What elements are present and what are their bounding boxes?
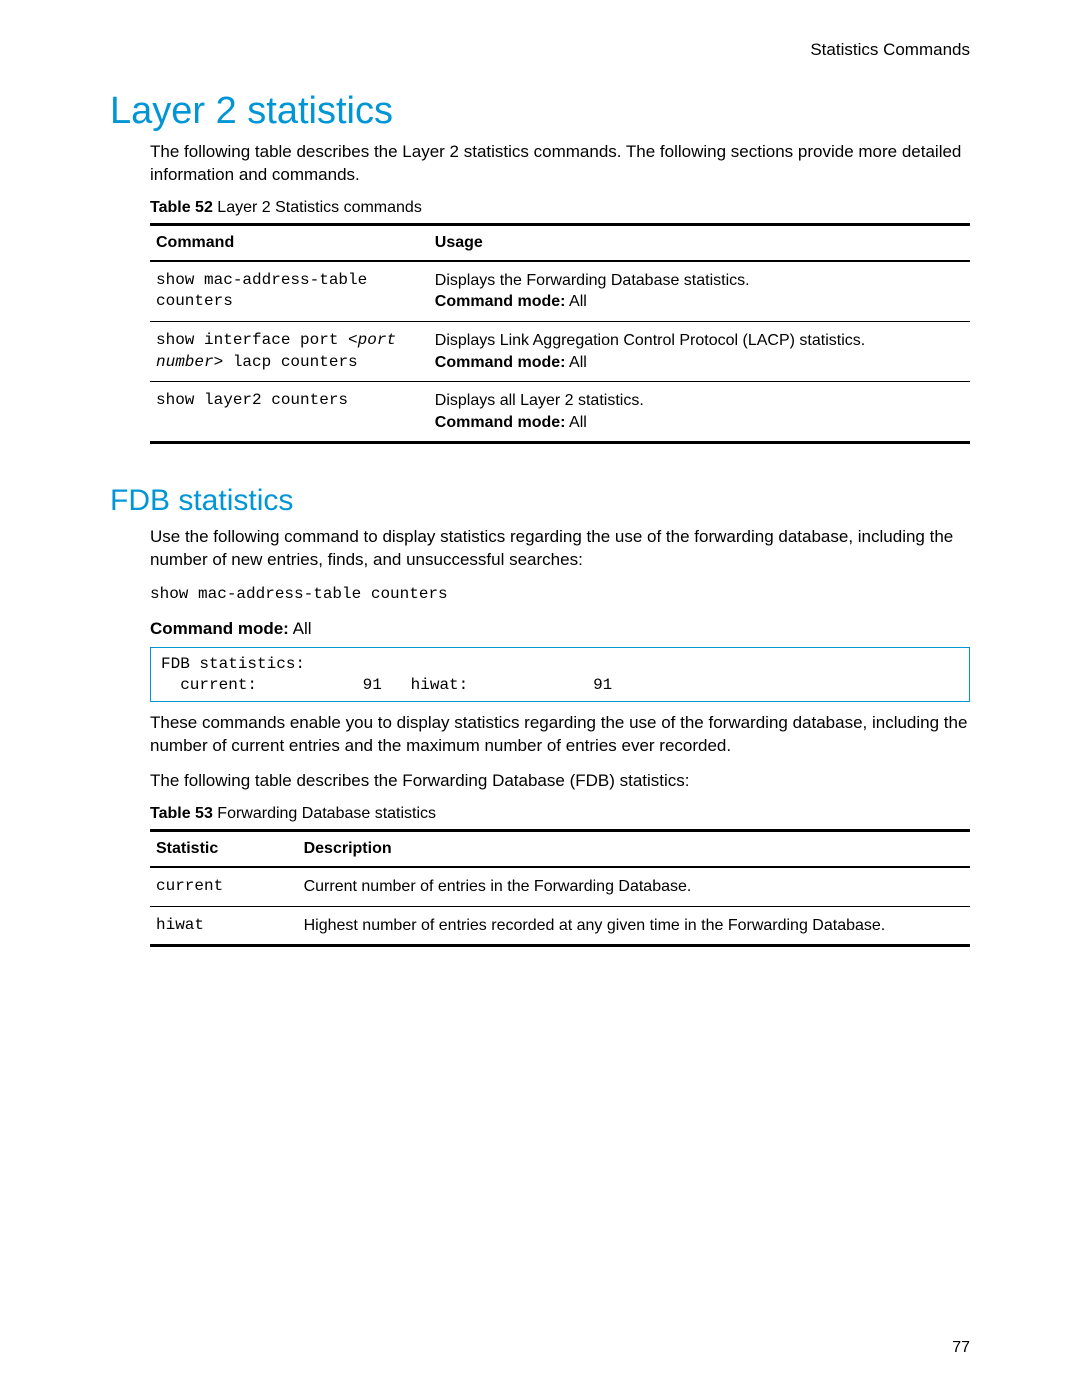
table-52: Command Usage show mac-address-table cou… bbox=[150, 223, 970, 445]
table-53-label: Table 53 bbox=[150, 805, 213, 822]
table-53-caption: Table 53 Forwarding Database statistics bbox=[150, 805, 970, 823]
table-row: hiwat Highest number of entries recorded… bbox=[150, 906, 970, 946]
intro-paragraph-2: Use the following command to display sta… bbox=[150, 526, 970, 572]
mode-label: Command mode: bbox=[435, 293, 566, 310]
page-number: 77 bbox=[952, 1339, 970, 1357]
page-header-section: Statistics Commands bbox=[110, 40, 970, 60]
mode-label: Command mode: bbox=[435, 414, 566, 431]
mode-label: Command mode: bbox=[435, 354, 566, 371]
heading-fdb-statistics: FDB statistics bbox=[110, 484, 970, 518]
table-row: current Current number of entries in the… bbox=[150, 867, 970, 906]
usage-text: Displays the Forwarding Database statist… bbox=[435, 270, 964, 292]
cmd-text: show layer2 counters bbox=[156, 391, 348, 409]
paragraph-3: These commands enable you to display sta… bbox=[150, 712, 970, 758]
cmd-text: show interface port bbox=[156, 331, 348, 349]
table-53-stat-1: hiwat bbox=[150, 906, 298, 946]
table-52-cmd-0: show mac-address-table counters bbox=[150, 261, 429, 322]
table-52-head-command: Command bbox=[150, 224, 429, 261]
table-53-head-description: Description bbox=[298, 831, 970, 868]
table-52-title: Layer 2 Statistics commands bbox=[213, 199, 422, 216]
table-52-label: Table 52 bbox=[150, 199, 213, 216]
table-52-cmd-1: show interface port <port number> lacp c… bbox=[150, 322, 429, 382]
intro-paragraph-1: The following table describes the Layer … bbox=[150, 141, 970, 187]
table-52-usage-2: Displays all Layer 2 statistics. Command… bbox=[429, 382, 970, 443]
mode-value: All bbox=[565, 293, 586, 310]
mode-value: All bbox=[289, 619, 312, 638]
cmd-tail: lacp counters bbox=[223, 353, 357, 371]
table-53-title: Forwarding Database statistics bbox=[213, 805, 436, 822]
command-mode-standalone: Command mode: All bbox=[150, 618, 970, 641]
table-53: Statistic Description current Current nu… bbox=[150, 829, 970, 947]
table-52-cmd-2: show layer2 counters bbox=[150, 382, 429, 443]
document-page: Statistics Commands Layer 2 statistics T… bbox=[0, 0, 1080, 1397]
usage-text: Displays all Layer 2 statistics. bbox=[435, 390, 964, 412]
table-row: show layer2 counters Displays all Layer … bbox=[150, 382, 970, 443]
table-53-desc-1: Highest number of entries recorded at an… bbox=[298, 906, 970, 946]
output-box: FDB statistics: current: 91 hiwat: 91 bbox=[150, 647, 970, 703]
paragraph-4: The following table describes the Forwar… bbox=[150, 770, 970, 793]
usage-text: Displays Link Aggregation Control Protoc… bbox=[435, 330, 964, 352]
table-row: show mac-address-table counters Displays… bbox=[150, 261, 970, 322]
mode-label: Command mode: bbox=[150, 619, 289, 638]
table-53-head-statistic: Statistic bbox=[150, 831, 298, 868]
table-52-usage-1: Displays Link Aggregation Control Protoc… bbox=[429, 322, 970, 382]
mode-value: All bbox=[565, 414, 586, 431]
table-row: show interface port <port number> lacp c… bbox=[150, 322, 970, 382]
table-53-stat-0: current bbox=[150, 867, 298, 906]
table-52-caption: Table 52 Layer 2 Statistics commands bbox=[150, 199, 970, 217]
table-53-desc-0: Current number of entries in the Forward… bbox=[298, 867, 970, 906]
mode-value: All bbox=[565, 354, 586, 371]
command-example: show mac-address-table counters bbox=[150, 584, 970, 606]
command-mode-line: Command mode: All bbox=[435, 352, 964, 374]
cmd-text: show mac-address-table counters bbox=[156, 271, 367, 311]
command-mode-line: Command mode: All bbox=[435, 412, 964, 434]
command-mode-line: Command mode: All bbox=[435, 291, 964, 313]
table-52-head-usage: Usage bbox=[429, 224, 970, 261]
heading-layer2-statistics: Layer 2 statistics bbox=[110, 90, 970, 133]
table-52-usage-0: Displays the Forwarding Database statist… bbox=[429, 261, 970, 322]
